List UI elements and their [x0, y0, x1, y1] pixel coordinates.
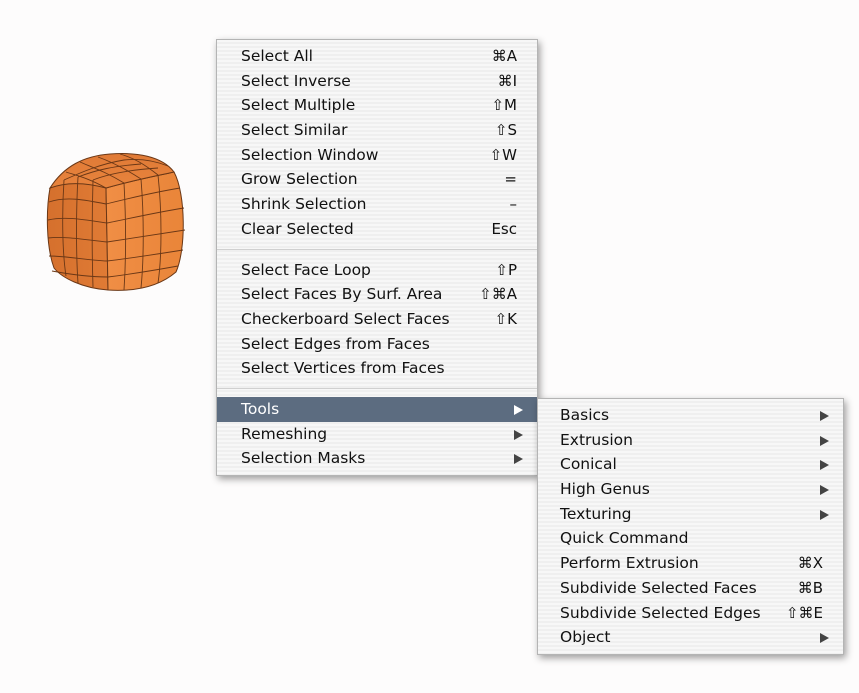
menu-item-label: Select Inverse — [241, 71, 351, 90]
menu-item-label: Select Face Loop — [241, 260, 371, 279]
menu-item-label: Select Edges from Faces — [241, 334, 430, 353]
menu-item-label: Select Similar — [241, 121, 348, 140]
shortcut-label: = — [504, 170, 517, 189]
tools-item-label: Object — [560, 628, 611, 647]
menu-item-checkerboard-select-faces[interactable]: Checkerboard Select Faces ⇧K — [217, 307, 537, 332]
menu-item-label: Grow Selection — [241, 170, 358, 189]
tools-item-label: Perform Extrusion — [560, 554, 699, 573]
menu-item-select-all[interactable]: Select All ⌘A — [217, 44, 537, 69]
menu-item-label: Select Faces By Surf. Area — [241, 285, 443, 304]
menu-item-select-face-loop[interactable]: Select Face Loop ⇧P — [217, 258, 537, 283]
shortcut-label: ⇧M — [491, 96, 517, 115]
shortcut-label: Esc — [491, 219, 517, 238]
tools-item-object[interactable]: Object — [538, 625, 843, 650]
shortcut-label: ⇧S — [494, 121, 517, 140]
menu-item-label: Select Multiple — [241, 96, 356, 115]
menu-item-clear-selected[interactable]: Clear Selected Esc — [217, 217, 537, 242]
menu-item-label: Select Vertices from Faces — [241, 359, 445, 378]
tools-item-texturing[interactable]: Texturing — [538, 502, 843, 527]
tools-item-label: Extrusion — [560, 430, 633, 449]
menu-item-select-faces-by-surf-area[interactable]: Select Faces By Surf. Area ⇧⌘A — [217, 282, 537, 307]
menu-item-label: Selection Window — [241, 145, 379, 164]
submenu-arrow-icon — [820, 460, 829, 471]
menu-item-selection-masks[interactable]: Selection Masks — [217, 446, 537, 471]
shortcut-label: ⇧P — [495, 260, 517, 279]
submenu-arrow-icon — [820, 485, 829, 496]
tools-item-label: Texturing — [560, 504, 632, 523]
subdivided-cube-icon[interactable] — [44, 150, 190, 296]
menu-item-label: Select All — [241, 47, 313, 65]
menu-item-selection-window[interactable]: Selection Window ⇧W — [217, 143, 537, 168]
menu-item-tools[interactable]: Tools — [217, 396, 537, 422]
tools-item-label: Subdivide Selected Faces — [560, 578, 757, 597]
menu-item-select-edges-from-faces[interactable]: Select Edges from Faces — [217, 332, 537, 357]
tools-item-label: Quick Command — [560, 529, 689, 548]
tools-item-label: Conical — [560, 455, 617, 474]
tools-submenu: Basics Extrusion Conical High Genus Texturin… — [537, 398, 844, 655]
menu-item-select-inverse[interactable]: Select Inverse ⌘I — [217, 69, 537, 94]
menu-item-remeshing[interactable]: Remeshing — [217, 422, 537, 447]
tools-item-subdivide-selected-edges[interactable]: Subdivide Selected Edges ⇧⌘E — [538, 601, 843, 626]
tools-item-perform-extrusion[interactable]: Perform Extrusion ⌘X — [538, 551, 843, 576]
menu-separator — [217, 248, 537, 250]
shortcut-label: ⌘I — [497, 71, 517, 90]
menu-item-label: Remeshing — [241, 424, 328, 443]
tools-item-subdivide-selected-faces[interactable]: Subdivide Selected Faces ⌘B — [538, 576, 843, 601]
menu-item-select-multiple[interactable]: Select Multiple ⇧M — [217, 93, 537, 118]
shortcut-label: ⇧W — [489, 145, 517, 164]
tools-item-high-genus[interactable]: High Genus — [538, 477, 843, 502]
shortcut-label: ⌘A — [491, 47, 517, 65]
menu-item-grow-selection[interactable]: Grow Selection = — [217, 167, 537, 192]
menu-item-shrink-selection[interactable]: Shrink Selection – — [217, 192, 537, 217]
selection-context-menu: Select All ⌘A Select Inverse ⌘I Select Multi… — [216, 39, 538, 476]
submenu-arrow-icon — [514, 429, 523, 440]
menu-item-label: Checkerboard Select Faces — [241, 309, 450, 328]
tools-item-basics[interactable]: Basics — [538, 403, 843, 428]
submenu-arrow-icon — [820, 411, 829, 421]
tools-item-quick-command[interactable]: Quick Command — [538, 526, 843, 551]
submenu-arrow-icon — [820, 435, 829, 446]
menu-item-label: Clear Selected — [241, 219, 354, 238]
menu-item-label: Shrink Selection — [241, 195, 367, 214]
submenu-arrow-icon — [514, 404, 523, 415]
tools-item-label: Subdivide Selected Edges — [560, 603, 761, 622]
shortcut-label: ⇧⌘A — [479, 285, 517, 304]
shortcut-label: ⌘B — [797, 578, 823, 597]
shortcut-label: – — [509, 195, 518, 214]
tools-item-label: Basics — [560, 406, 610, 424]
submenu-arrow-icon — [514, 454, 523, 465]
shortcut-label: ⇧K — [494, 309, 517, 328]
tools-item-label: High Genus — [560, 480, 650, 499]
submenu-arrow-icon — [820, 633, 829, 644]
menu-item-label: Selection Masks — [241, 449, 366, 468]
shortcut-label: ⇧⌘E — [785, 603, 823, 622]
tools-item-extrusion[interactable]: Extrusion — [538, 428, 843, 453]
tools-item-conical[interactable]: Conical — [538, 452, 843, 477]
menu-item-label: Tools — [241, 399, 280, 418]
submenu-arrow-icon — [820, 509, 829, 520]
menu-item-select-vertices-from-faces[interactable]: Select Vertices from Faces — [217, 356, 537, 381]
shortcut-label: ⌘X — [797, 554, 823, 573]
menu-separator — [217, 387, 537, 389]
menu-item-select-similar[interactable]: Select Similar ⇧S — [217, 118, 537, 143]
